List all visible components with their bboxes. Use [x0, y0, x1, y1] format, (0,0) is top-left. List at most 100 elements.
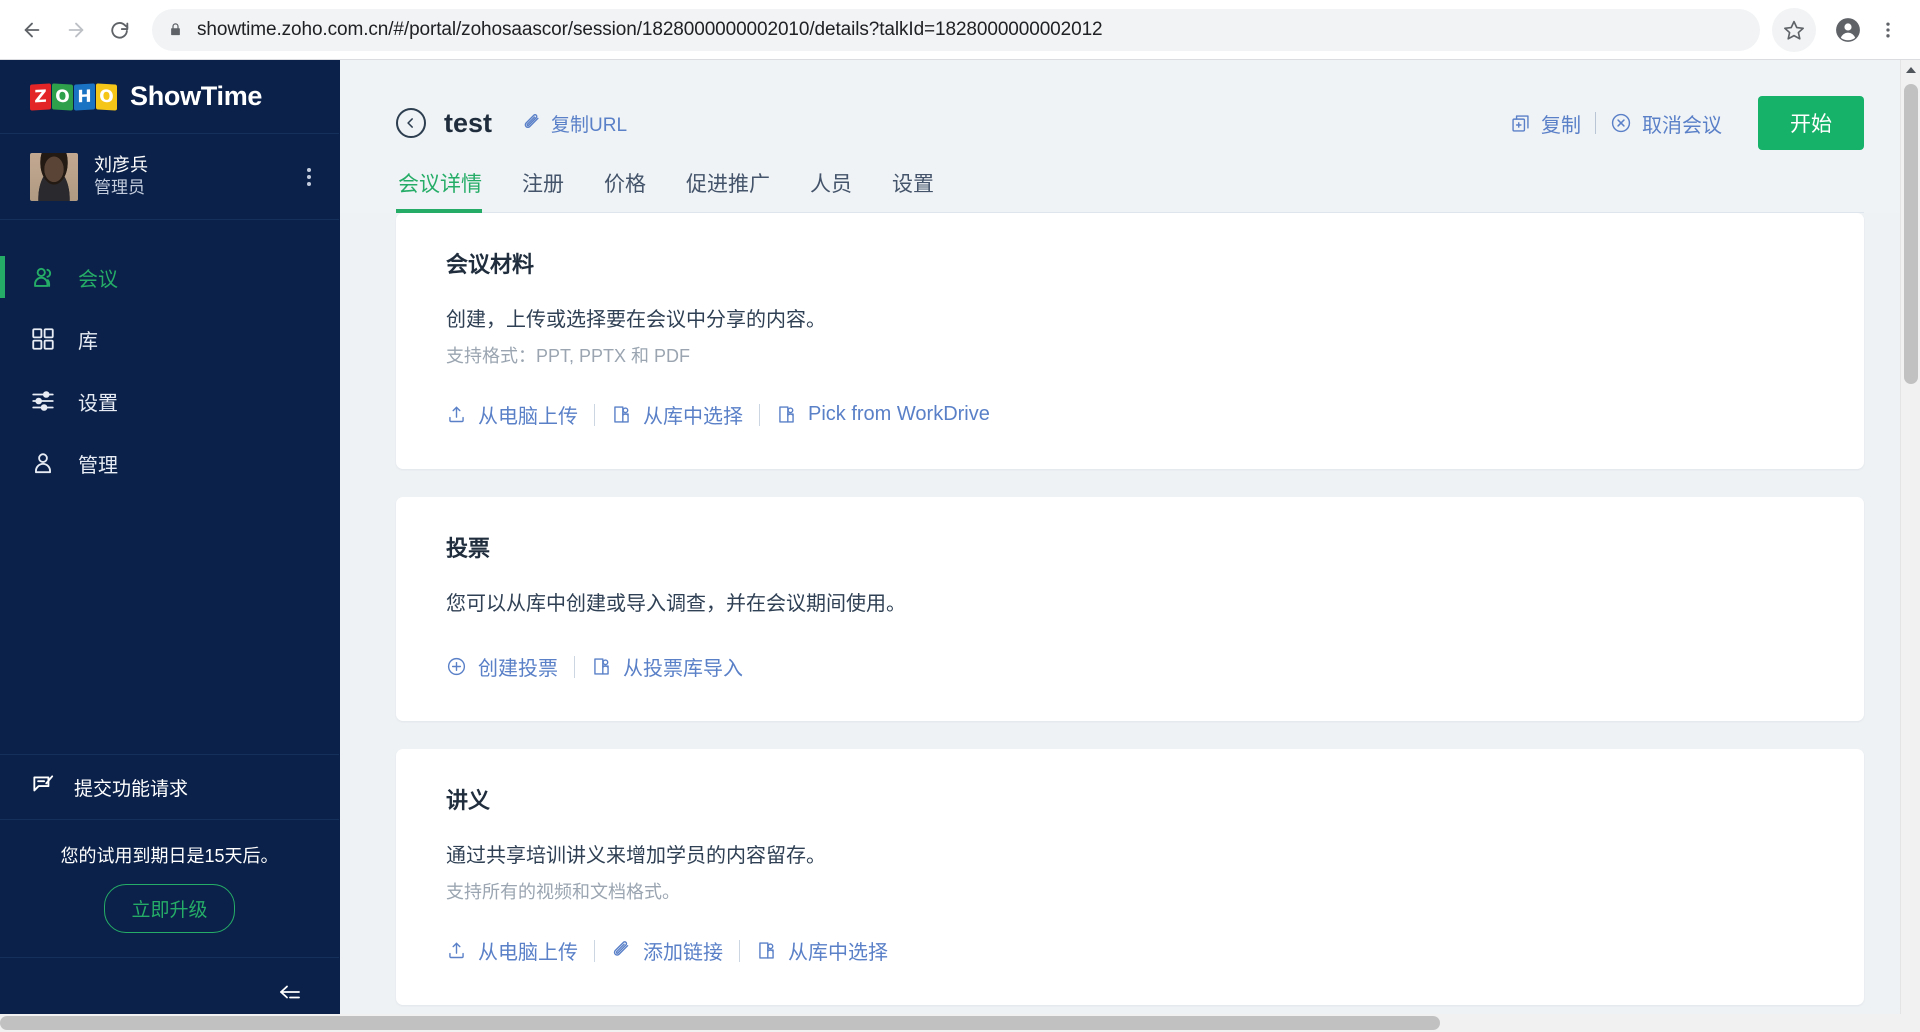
kebab-menu-icon[interactable]: [301, 162, 317, 192]
action-label: 从电脑上传: [478, 942, 578, 964]
library-pick-icon: [611, 404, 632, 425]
duplicate-label: 复制: [1541, 114, 1581, 137]
link-paperclip-icon: [611, 940, 632, 961]
card-meeting-materials: 会议材料 创建，上传或选择要在会议中分享的内容。 支持格式：PPT, PPTX …: [396, 213, 1864, 469]
tab-people[interactable]: 人员: [790, 168, 872, 212]
sidebar-item-label: 设置: [78, 392, 118, 415]
sidebar-item-library[interactable]: 库: [0, 308, 339, 370]
profile-role: 管理员: [94, 178, 145, 198]
action-label: 从库中选择: [643, 406, 743, 428]
feature-request-label: 提交功能请求: [74, 778, 189, 800]
user-profile[interactable]: 刘彦兵 管理员: [0, 134, 339, 220]
library-pick-icon: [776, 404, 797, 425]
card-description: 您可以从库中创建或导入调查，并在会议期间使用。: [446, 593, 906, 615]
upgrade-now-button[interactable]: 立即升级: [104, 884, 235, 933]
sidebar-item-meetings[interactable]: 会议: [0, 246, 339, 308]
add-link-button[interactable]: 添加链接: [595, 936, 739, 965]
submit-feature-request-button[interactable]: 提交功能请求: [0, 754, 339, 820]
card-polls: 投票 您可以从库中创建或导入调查，并在会议期间使用。 创建投票 从投票库导入: [396, 497, 1864, 721]
back-circle-icon[interactable]: [396, 108, 426, 138]
sidebar-nav: 会议 库 设置 管理: [0, 220, 339, 494]
zoho-logo-icon: Z O H O: [30, 82, 118, 112]
page-title: test: [444, 107, 493, 138]
horizontal-scrollbar[interactable]: [0, 1014, 1920, 1032]
card-description: 创建，上传或选择要在会议中分享的内容。: [446, 309, 826, 331]
tab-registration[interactable]: 注册: [502, 168, 584, 212]
trial-text: 您的试用到期日是15天后。: [60, 846, 279, 866]
card-subtext: 支持所有的视频和文档格式。: [446, 882, 680, 902]
content-header: test 复制URL 复制 取消会议 开始 会议详情 注册 价格 促进推广 人员…: [340, 60, 1920, 213]
grid-squares-icon: [30, 326, 60, 352]
cancel-meeting-button[interactable]: 取消会议: [1596, 109, 1736, 138]
app-logo[interactable]: Z O H O ShowTime: [0, 60, 339, 134]
vertical-scrollbar[interactable]: [1900, 60, 1920, 1032]
tab-pricing[interactable]: 价格: [584, 168, 666, 212]
person-icon: [30, 450, 60, 476]
start-button[interactable]: 开始: [1758, 96, 1864, 150]
header-actions: 复制 取消会议 开始: [1496, 96, 1864, 150]
copy-url-button[interactable]: 复制URL: [522, 110, 627, 137]
card-actions: 从电脑上传 添加链接 从库中选择: [446, 936, 1814, 965]
title-row: test 复制URL 复制 取消会议 开始: [396, 96, 1864, 150]
cards-scroll-area[interactable]: 会议材料 创建，上传或选择要在会议中分享的内容。 支持格式：PPT, PPTX …: [340, 213, 1920, 1032]
duplicate-button[interactable]: 复制: [1496, 109, 1595, 138]
action-label: 从投票库导入: [623, 658, 743, 680]
tab-promotion[interactable]: 促进推广: [666, 168, 790, 212]
back-button[interactable]: [10, 8, 54, 52]
logo-block-h: H: [74, 82, 95, 111]
pick-from-workdrive-button[interactable]: Pick from WorkDrive: [760, 403, 1006, 426]
action-label: 添加链接: [643, 942, 723, 964]
bookmark-star-icon[interactable]: [1772, 7, 1816, 52]
tab-settings[interactable]: 设置: [872, 168, 954, 212]
trial-banner: 您的试用到期日是15天后。 立即升级: [0, 820, 339, 958]
card-actions: 创建投票 从投票库导入: [446, 652, 1814, 681]
card-actions: 从电脑上传 从库中选择 Pick from WorkDrive: [446, 400, 1814, 429]
card-description: 通过共享培训讲义来增加学员的内容留存。: [446, 845, 826, 867]
main-content: test 复制URL 复制 取消会议 开始 会议详情 注册 价格 促进推广 人员…: [340, 60, 1920, 1032]
profile-avatar-icon[interactable]: [1828, 8, 1868, 52]
sidebar-item-settings[interactable]: 设置: [0, 370, 339, 432]
tab-bar: 会议详情 注册 价格 促进推广 人员 设置: [396, 168, 1864, 213]
collapse-sidebar-icon: [277, 981, 307, 1010]
sidebar: Z O H O ShowTime 刘彦兵 管理员 会议 库 设置 管理 提交功能…: [0, 60, 340, 1032]
pick-from-library-button[interactable]: 从库中选择: [595, 400, 759, 429]
vertical-scrollbar-thumb[interactable]: [1904, 84, 1918, 384]
scroll-up-arrow-icon[interactable]: [1901, 60, 1920, 80]
card-title: 讲义: [446, 788, 491, 813]
card-title: 会议材料: [446, 252, 535, 277]
library-pick-icon: [591, 656, 612, 677]
sidebar-item-label: 管理: [78, 454, 118, 477]
sidebar-item-label: 库: [78, 330, 98, 353]
pick-from-library-button[interactable]: 从库中选择: [740, 936, 904, 965]
address-bar[interactable]: showtime.zoho.com.cn/#/portal/zohosaasco…: [152, 8, 1760, 51]
logo-block-z: Z: [30, 82, 51, 111]
duplicate-icon: [1510, 113, 1531, 134]
upload-from-computer-button[interactable]: 从电脑上传: [446, 936, 594, 965]
feedback-flag-icon: [30, 772, 56, 803]
lock-icon: [168, 21, 183, 38]
logo-block-o2: O: [96, 82, 117, 111]
sidebar-item-admin[interactable]: 管理: [0, 432, 339, 494]
tab-meeting-details[interactable]: 会议详情: [396, 168, 502, 213]
three-dot-menu-icon[interactable]: [1868, 8, 1908, 52]
logo-block-o1: O: [52, 82, 73, 111]
card-subtext: 支持格式：PPT, PPTX 和 PDF: [446, 346, 691, 366]
profile-meta: 刘彦兵 管理员: [94, 153, 301, 200]
horizontal-scrollbar-thumb[interactable]: [0, 1016, 1440, 1030]
upload-from-computer-button[interactable]: 从电脑上传: [446, 400, 594, 429]
forward-button[interactable]: [54, 8, 98, 52]
url-text: showtime.zoho.com.cn/#/portal/zohosaasco…: [197, 18, 1103, 40]
cancel-meeting-label: 取消会议: [1642, 114, 1722, 137]
profile-name: 刘彦兵: [94, 154, 148, 175]
create-poll-button[interactable]: 创建投票: [446, 652, 574, 681]
action-label: 从库中选择: [788, 942, 888, 964]
action-label: 从电脑上传: [478, 406, 578, 428]
card-handouts: 讲义 通过共享培训讲义来增加学员的内容留存。 支持所有的视频和文档格式。 从电脑…: [396, 749, 1864, 1005]
cancel-circle-icon: [1610, 112, 1632, 134]
people-icon: [30, 264, 60, 291]
upload-icon: [446, 404, 467, 425]
sliders-icon: [30, 388, 60, 414]
reload-button[interactable]: [98, 8, 142, 52]
import-from-poll-library-button[interactable]: 从投票库导入: [575, 652, 759, 681]
copy-url-label: 复制URL: [551, 114, 628, 136]
